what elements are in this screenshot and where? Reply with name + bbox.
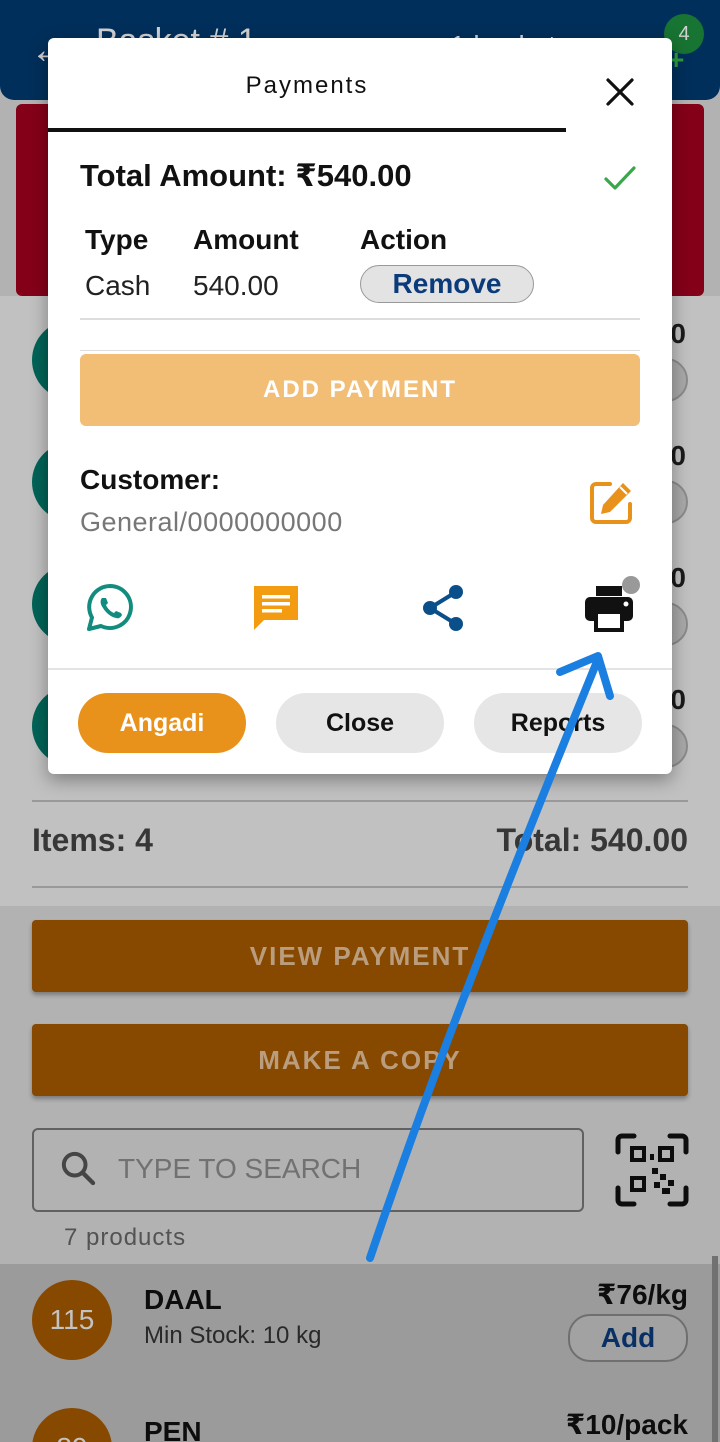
add-payment-button[interactable]: ADD PAYMENT <box>80 354 640 426</box>
remove-payment-button[interactable]: Remove <box>360 265 534 303</box>
share-icon[interactable] <box>418 582 470 634</box>
check-icon[interactable] <box>600 158 640 198</box>
angadi-button[interactable]: Angadi <box>78 693 246 753</box>
customer-value: General/0000000000 <box>80 507 343 537</box>
whatsapp-icon[interactable] <box>84 582 136 634</box>
close-icon[interactable] <box>600 72 640 112</box>
column-header-type: Type <box>85 224 149 255</box>
payment-type: Cash <box>85 270 151 301</box>
column-header-action: Action <box>360 224 448 255</box>
edit-icon[interactable] <box>586 478 636 528</box>
customer-label: Customer: <box>80 464 221 495</box>
close-button[interactable]: Close <box>276 693 444 753</box>
divider <box>48 668 672 670</box>
divider <box>80 318 640 320</box>
title-underline <box>48 128 566 132</box>
total-amount: Total Amount: ₹540.00 <box>80 158 412 193</box>
column-header-amount: Amount <box>193 224 299 255</box>
print-status-dot <box>622 576 640 594</box>
reports-button[interactable]: Reports <box>474 693 642 753</box>
payment-amount: 540.00 <box>193 270 279 301</box>
dialog-title: Payments <box>245 72 369 99</box>
divider <box>80 350 640 351</box>
payments-dialog: Payments Total Amount: ₹540.00 Type Amou… <box>48 38 672 774</box>
sms-icon[interactable] <box>250 582 302 634</box>
